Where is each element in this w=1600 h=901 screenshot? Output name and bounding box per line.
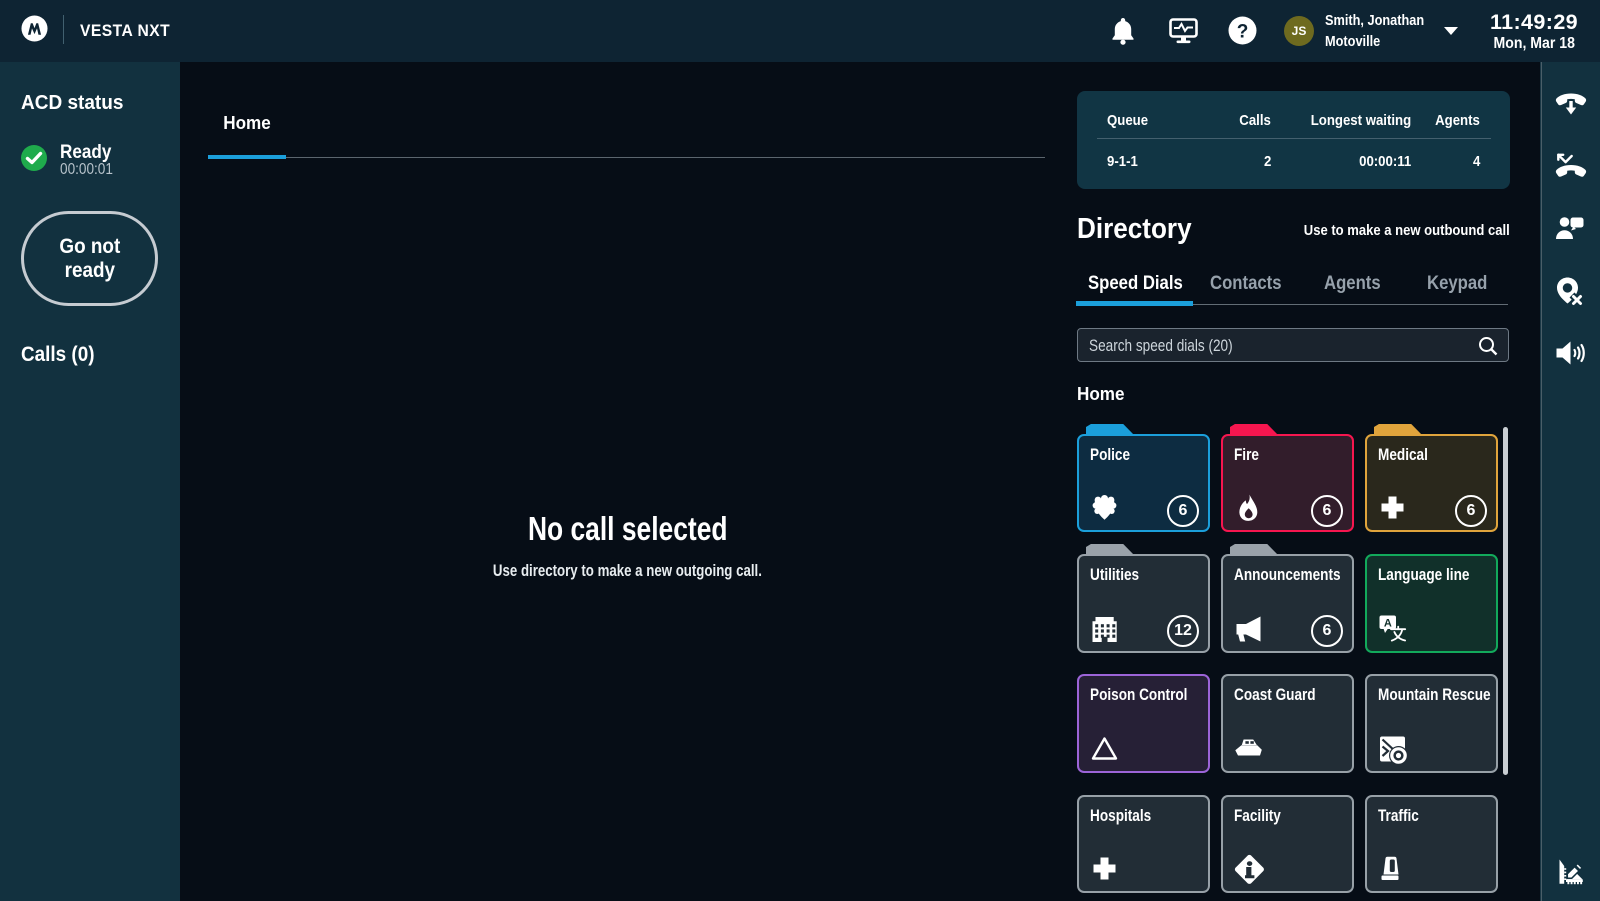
svg-text:?: ?	[1237, 22, 1249, 43]
svg-text:A: A	[1384, 617, 1392, 629]
